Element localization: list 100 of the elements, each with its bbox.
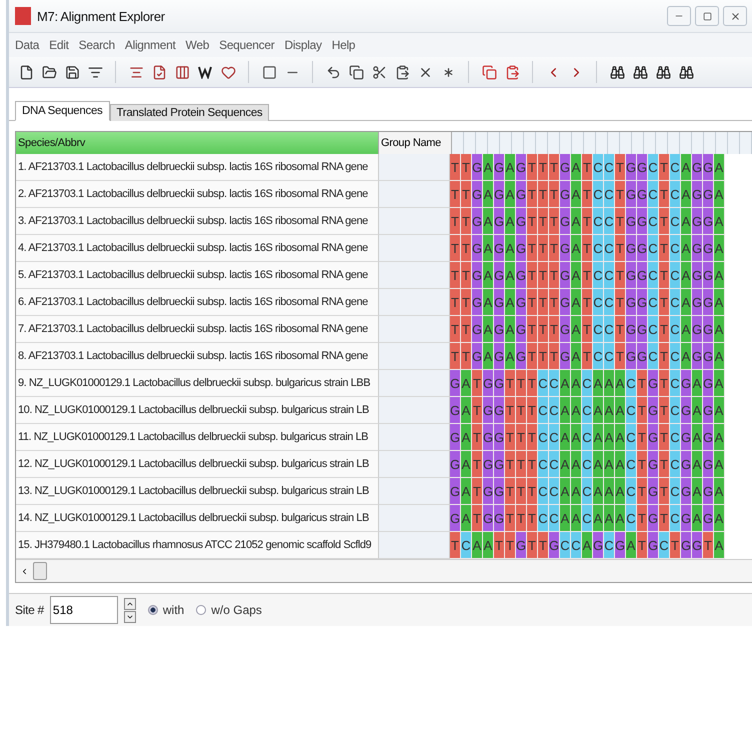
base-cell: C [670, 424, 681, 451]
base-cell: A [615, 451, 626, 478]
site-field[interactable]: 518 [50, 596, 118, 624]
base-cell: G [483, 370, 494, 397]
base-cell: C [582, 451, 593, 478]
base-cell: C [626, 424, 637, 451]
base-cell: G [472, 289, 483, 316]
radio-option[interactable]: w/o Gaps [196, 603, 262, 617]
base-cell: T [659, 289, 670, 316]
base-cell: G [637, 316, 648, 343]
base-cell: T [670, 532, 681, 559]
menu-item[interactable]: Data [15, 38, 40, 52]
column-header[interactable]: Group Name [379, 132, 452, 154]
base-cell: G [692, 343, 703, 370]
base-cell: T [538, 316, 549, 343]
base-cell: G [637, 181, 648, 208]
menu-item[interactable]: Alignment [124, 38, 176, 52]
base-cell: T [527, 478, 538, 505]
base-cell: C [648, 235, 659, 262]
base-cell: A [714, 316, 725, 343]
base-cell: C [670, 397, 681, 424]
base-cell: C [582, 505, 593, 532]
group-cell [379, 289, 450, 316]
maximize-button[interactable] [695, 6, 719, 26]
spin-down-button[interactable] [124, 610, 136, 622]
base-cell: C [549, 505, 560, 532]
base-cell: G [648, 532, 659, 559]
base-cell: C [593, 181, 604, 208]
base-cell: G [560, 289, 571, 316]
tab[interactable]: Translated Protein Sequences [110, 104, 270, 121]
base-cell: G [516, 289, 527, 316]
base-cell: A [604, 505, 615, 532]
base-cell: G [483, 478, 494, 505]
base-cell: T [615, 316, 626, 343]
base-cell: G [648, 370, 659, 397]
base-cell: C [549, 424, 560, 451]
base-cell: T [549, 316, 560, 343]
base-cell: T [527, 424, 538, 451]
base-cell: A [714, 424, 725, 451]
sequence-name: 7. AF213703.1 Lactobacillus delbrueckii subsp. lactis 16S ribosomal RNA gene [16, 316, 379, 343]
base-cell: G [681, 505, 692, 532]
base-cell: C [670, 343, 681, 370]
base-cell: T [582, 208, 593, 235]
base-cell: G [703, 235, 714, 262]
base-cell: T [549, 262, 560, 289]
base-cell: A [681, 316, 692, 343]
base-cell: A [505, 316, 516, 343]
column-header[interactable]: Species/Abbrv [16, 132, 379, 154]
base-cell: G [692, 316, 703, 343]
base-cell: A [461, 478, 472, 505]
base-cell: G [472, 262, 483, 289]
base-cell: G [494, 181, 505, 208]
close-button[interactable] [723, 6, 747, 26]
menu-item[interactable]: Edit [49, 38, 69, 52]
sequence-name: 8. AF213703.1 Lactobacillus delbrueckii subsp. lactis 16S ribosomal RNA gene [16, 343, 379, 370]
base-cell: G [516, 208, 527, 235]
base-cell: T [516, 424, 527, 451]
base-cell: T [659, 397, 670, 424]
menu-item[interactable]: Web [186, 38, 210, 52]
base-cell: G [516, 154, 527, 181]
radio-option[interactable]: with [148, 603, 184, 617]
base-cell: T [703, 532, 714, 559]
base-cell: G [516, 532, 527, 559]
base-cell: A [582, 532, 593, 559]
base-cell: G [681, 532, 692, 559]
sequence-name: 2. AF213703.1 Lactobacillus delbrueckii subsp. lactis 16S ribosomal RNA gene [16, 181, 379, 208]
base-cell: A [593, 424, 604, 451]
spin-up-button[interactable] [124, 598, 136, 610]
base-cell: A [593, 397, 604, 424]
base-cell: A [483, 154, 494, 181]
base-cell: C [670, 181, 681, 208]
base-cell: T [472, 451, 483, 478]
base-cell: A [560, 451, 571, 478]
base-cell: G [450, 478, 461, 505]
group-cell [379, 451, 450, 478]
base-cell: T [527, 532, 538, 559]
base-cell: A [593, 505, 604, 532]
menu-item[interactable]: Display [284, 38, 322, 52]
menu-item[interactable]: Help [332, 38, 356, 52]
base-cell: A [571, 289, 582, 316]
base-cell: C [571, 532, 582, 559]
base-cell: T [582, 316, 593, 343]
base-cell: T [615, 154, 626, 181]
base-cell: A [571, 397, 582, 424]
base-cell: C [538, 478, 549, 505]
scroll-thumb[interactable] [33, 562, 47, 580]
tab[interactable]: DNA Sequences [15, 101, 110, 121]
base-cell: T [549, 181, 560, 208]
menu-item[interactable]: Search [78, 38, 115, 52]
base-cell: G [483, 451, 494, 478]
base-cell: A [692, 505, 703, 532]
base-cell: C [626, 478, 637, 505]
base-cell: A [615, 478, 626, 505]
base-cell: A [571, 424, 582, 451]
base-cell: G [593, 532, 604, 559]
scroll-left-icon[interactable] [20, 566, 29, 576]
sequence-name: 9. NZ_LUGK01000129.1 Lactobacillus delbrueckii subsp. bulgaricus strain LBB [16, 370, 379, 397]
base-cell: A [626, 532, 637, 559]
menu-item[interactable]: Sequencer [219, 38, 274, 52]
base-cell: A [505, 289, 516, 316]
